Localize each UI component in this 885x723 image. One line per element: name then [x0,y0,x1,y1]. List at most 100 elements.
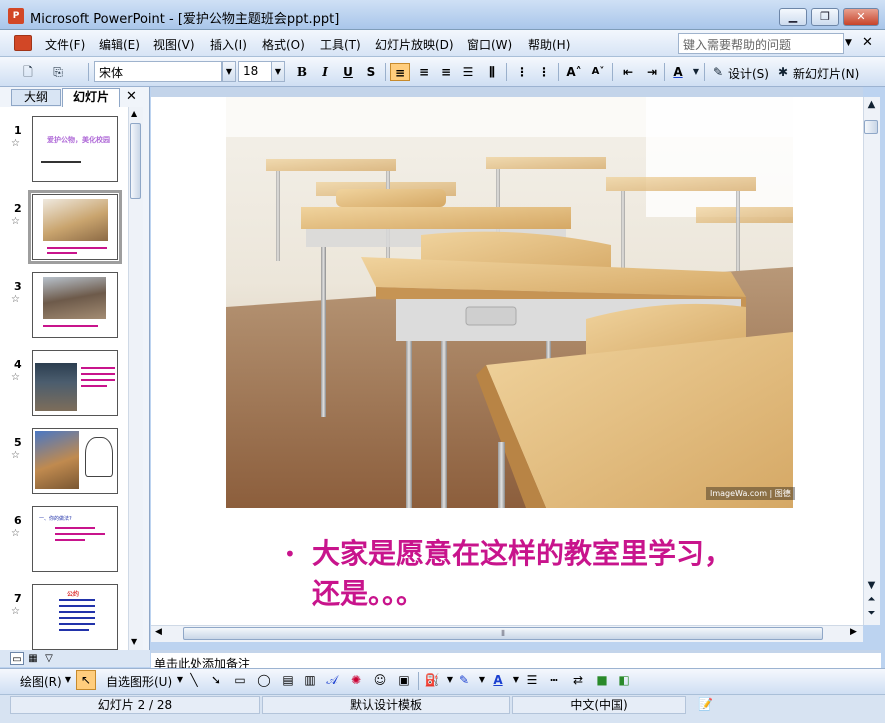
pane-scroll-thumb[interactable] [130,123,141,199]
vertical-scrollbar[interactable] [863,97,880,625]
notes-pane[interactable]: 单击此处添加备注 [151,650,881,668]
shadow-style-icon[interactable]: ■ [594,672,610,688]
align-center-icon[interactable]: ≡ [414,63,434,81]
tab-slides[interactable]: 幻灯片 [62,88,120,107]
menu-format[interactable]: 格式(O) [262,36,305,53]
text-direction-icon[interactable]: ⫼ [482,63,502,81]
menu-insert[interactable]: 插入(I) [210,36,247,53]
chevron-down-icon[interactable]: ▼ [845,38,852,48]
chevron-down-icon[interactable]: ▼ [60,672,76,688]
previous-slide-icon[interactable]: ⏶ [864,594,879,605]
tab-outline[interactable]: 大纲 [11,89,61,106]
spelling-check-icon[interactable]: 📝 [698,697,713,711]
bold-button[interactable]: B [292,63,312,81]
italic-button[interactable]: I [315,63,335,81]
chevron-down-icon[interactable]: ▼ [222,61,236,82]
menu-edit[interactable]: 编辑(E) [99,36,140,53]
align-left-icon[interactable]: ≡ [390,63,410,81]
slide-sorter-icon[interactable]: ▦ [26,652,40,665]
draw-menu-button[interactable]: 绘图(R) [20,673,62,690]
increase-indent-icon[interactable]: ⇥ [642,63,662,81]
underline-button[interactable]: U [338,63,358,81]
select-pointer-icon[interactable]: ↖ [76,670,96,690]
chevron-down-icon[interactable]: ▼ [474,672,490,688]
slide-thumbnail[interactable]: 7 ☆ 公约 [0,584,128,650]
increase-font-icon[interactable]: A˄ [564,63,584,81]
slide-thumbnail[interactable]: 5 ☆ [0,428,128,506]
maximize-button[interactable]: ❐ [811,8,839,26]
menu-window[interactable]: 窗口(W) [467,36,512,53]
arrow-style-icon[interactable]: ⇄ [570,672,586,688]
clipart-icon[interactable]: ☺ [372,672,388,688]
preview-line [55,527,95,529]
new-document-icon[interactable]: 🗋 [20,64,36,80]
vertical-textbox-icon[interactable]: ▥ [302,672,318,688]
arrow-icon[interactable]: ➘ [208,672,224,688]
scroll-down-icon[interactable]: ▼ [131,637,137,646]
chevron-down-icon[interactable]: ▼ [508,672,524,688]
classroom-photo[interactable] [226,97,793,508]
decrease-indent-icon[interactable]: ⇤ [618,63,638,81]
scroll-down-icon[interactable]: ▼ [864,580,879,591]
scroll-up-icon[interactable]: ▲ [131,109,137,118]
align-right-icon[interactable]: ≡ [436,63,456,81]
menu-slideshow[interactable]: 幻灯片放映(D) [375,36,454,53]
menu-tools[interactable]: 工具(T) [320,36,361,53]
next-slide-icon[interactable]: ⏷ [864,608,879,619]
slide-thumbnail[interactable]: 2 ☆ [0,190,128,272]
chevron-down-icon[interactable]: ▼ [688,64,704,80]
new-slide-button[interactable]: 新幻灯片(N) [793,65,859,82]
ellipse-icon[interactable]: ◯ [256,672,272,688]
design-button[interactable]: 设计(S) [728,65,769,82]
diagram-icon[interactable]: ✺ [348,672,364,688]
slide-bullet-text[interactable]: 大家是愿意在这样的教室里学习，还是。。。 [312,534,732,614]
picture-icon[interactable]: ▣ [396,672,412,688]
font-size-combo[interactable]: 18 [238,61,272,82]
normal-view-icon[interactable]: ▭ [10,652,24,665]
dash-style-icon[interactable]: ┅ [546,672,562,688]
fill-color-icon[interactable]: ⛽ [424,672,440,688]
minimize-button[interactable]: ▁ [779,8,807,26]
slide-preview-title: 公约 [67,591,80,598]
scroll-left-icon[interactable]: ◀ [155,627,162,637]
autoshape-button[interactable]: 自选图形(U) [106,673,172,690]
menu-help[interactable]: 帮助(H) [528,36,570,53]
bulleted-list-icon[interactable]: ⋮ [534,63,554,81]
font-color-icon[interactable]: A [490,672,506,688]
font-color-icon[interactable]: A [668,63,688,81]
rectangle-icon[interactable]: ▭ [232,672,248,688]
help-search-input[interactable]: 键入需要帮助的问题 [678,33,844,54]
scroll-up-icon[interactable]: ▲ [864,99,879,110]
3d-style-icon[interactable]: ◧ [616,672,632,688]
slide-thumbnail[interactable]: 3 ☆ [0,272,128,350]
shadow-button[interactable]: S [361,63,381,81]
close-document-button[interactable]: ✕ [862,35,873,50]
vertical-scroll-thumb[interactable] [864,120,878,134]
horizontal-scroll-thumb[interactable]: ⦀ [183,627,823,640]
scroll-right-icon[interactable]: ▶ [850,627,857,637]
chevron-down-icon[interactable]: ▼ [271,61,285,82]
preview-photo [43,199,108,241]
design-template-status[interactable]: 默认设计模板 [262,696,510,714]
justify-icon[interactable]: ☰ [458,63,478,81]
line-color-icon[interactable]: ✎ [456,672,472,688]
line-style-icon[interactable]: ☰ [524,672,540,688]
numbered-list-icon[interactable]: ⋮ [512,63,532,81]
close-window-button[interactable]: ✕ [843,8,879,26]
wordart-icon[interactable]: 𝒜 [324,672,340,688]
document-icon[interactable] [14,35,32,51]
menu-file[interactable]: 文件(F) [45,36,85,53]
line-icon[interactable]: ╲ [186,672,202,688]
slideshow-icon[interactable]: ▽ [42,652,56,665]
textbox-icon[interactable]: ▤ [280,672,296,688]
powerpoint-app-icon[interactable]: P [8,8,24,24]
slide-thumbnail[interactable]: 6 ☆ 一、你的做法? [0,506,128,584]
copy-icon[interactable]: ⎘ [50,64,66,80]
slide-thumbnail[interactable]: 1 ☆ 爱护公物，美化校园 [0,116,128,194]
decrease-font-icon[interactable]: A˅ [588,63,608,81]
slide-number: 2 [14,202,22,215]
slide-thumbnail[interactable]: 4 ☆ [0,350,128,428]
font-name-combo[interactable]: 宋体 [94,61,222,82]
close-pane-button[interactable]: ✕ [126,89,137,104]
menu-view[interactable]: 视图(V) [153,36,195,53]
